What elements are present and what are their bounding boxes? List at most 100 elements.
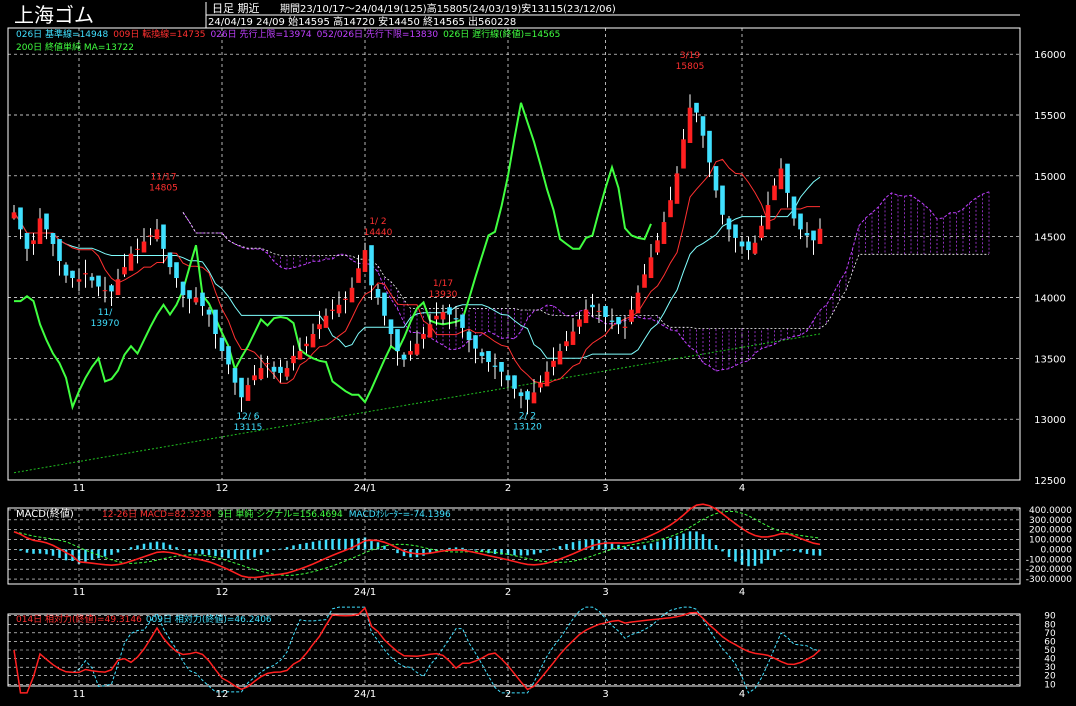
range-info: 期間23/10/17～24/04/19(125)高15805(24/03/19)… xyxy=(280,2,616,15)
legend-item: 052/026日 先行下限=13830 xyxy=(317,28,439,40)
candle-body xyxy=(304,343,309,347)
legend-item: 200日 終値単純 MA=13722 xyxy=(16,41,134,53)
high-annotation-value: 14440 xyxy=(364,228,393,238)
candle-body xyxy=(258,368,264,380)
candle-body xyxy=(726,218,732,230)
candle-body xyxy=(635,292,641,314)
macd-axis-label: -100.0000 xyxy=(1026,555,1072,565)
candle-body xyxy=(239,377,244,398)
candle-body xyxy=(440,312,446,320)
last-bar-info: 24/04/19 24/09 始14595 高14720 安14450 終145… xyxy=(208,15,516,28)
candle-body xyxy=(538,382,543,388)
candle-body xyxy=(674,173,680,204)
candle-body xyxy=(382,292,387,316)
candle-body xyxy=(798,213,803,230)
macd-axis-label: -200.0000 xyxy=(1026,565,1072,575)
x-axis-label: 2 xyxy=(505,587,511,598)
high-annotation-date: 1/17 xyxy=(433,279,453,289)
candle-body xyxy=(551,360,556,367)
legend-item: 009日 転換線=14735 xyxy=(113,28,205,40)
candle-body xyxy=(752,242,758,254)
symbol-title: 上海ゴム xyxy=(14,3,94,27)
candle-body xyxy=(395,329,400,352)
candle-body xyxy=(759,225,764,238)
candle-body xyxy=(817,228,823,244)
candle-body xyxy=(154,229,160,240)
candle-body xyxy=(720,185,725,215)
candle-body xyxy=(362,250,368,272)
candle-body xyxy=(388,319,394,334)
candle-body xyxy=(161,224,166,249)
candle-body xyxy=(232,368,238,383)
candle-body xyxy=(343,298,348,300)
candle-body xyxy=(648,257,654,279)
candle-body xyxy=(746,241,751,251)
candle-body xyxy=(700,116,706,136)
candle-body xyxy=(18,207,23,230)
candle-body xyxy=(733,224,738,238)
candle-body xyxy=(252,375,257,381)
candle-body xyxy=(401,354,407,360)
x-axis-label: 2 xyxy=(505,483,511,494)
candle-body xyxy=(447,307,452,315)
candle-body xyxy=(421,334,426,339)
candle-body xyxy=(694,102,699,113)
price-axis-label: 13500 xyxy=(1034,354,1066,365)
stock-chart: 上海ゴム 日足 期近 期間23/10/17～24/04/19(125)高1580… xyxy=(0,0,1076,706)
candle-body xyxy=(713,166,719,191)
candle-body xyxy=(655,240,660,253)
candle-body xyxy=(323,315,329,328)
macd-legend-item: MACDｵｼﾚｰﾀｰ=-74.1396 xyxy=(349,509,451,520)
period-label: 日足 期近 xyxy=(212,2,260,15)
macd-axis-label: -300.0000 xyxy=(1026,575,1072,585)
candle-body xyxy=(128,253,134,271)
macd-axis-label: 200.0000 xyxy=(1029,526,1072,536)
high-annotation-value: 13930 xyxy=(429,290,458,300)
candle-body xyxy=(375,288,381,298)
price-axis-label: 13000 xyxy=(1034,415,1066,426)
candle-body xyxy=(707,130,712,163)
candle-body xyxy=(772,185,777,201)
rsi-legend-item: 009日 相対力(終値)=46.2406 xyxy=(146,613,272,625)
candle-body xyxy=(141,241,147,253)
candle-body xyxy=(219,337,225,352)
candle-body xyxy=(499,361,504,372)
candle-body xyxy=(336,304,342,314)
candle-body xyxy=(668,200,673,218)
candle-body xyxy=(57,239,62,261)
candle-body xyxy=(414,343,420,355)
x-axis-label: 3 xyxy=(602,689,608,700)
candle-body xyxy=(297,351,303,360)
x-axis-label: 24/1 xyxy=(354,689,376,700)
candle-body xyxy=(811,230,816,241)
high-annotation-date: 1/ 2 xyxy=(369,217,386,227)
candle-body xyxy=(739,241,745,247)
candle-body xyxy=(115,279,121,296)
candle-body xyxy=(83,273,88,275)
candle-body xyxy=(590,304,595,308)
candle-body xyxy=(271,366,277,372)
candle-body xyxy=(96,275,101,287)
candle-body xyxy=(544,371,550,387)
candle-body xyxy=(44,213,49,230)
x-axis-label: 12 xyxy=(216,689,229,700)
macd-axis-label: 100.0000 xyxy=(1029,536,1072,546)
candle-body xyxy=(356,268,361,283)
x-axis-label: 11 xyxy=(73,587,86,598)
candle-body xyxy=(349,287,355,303)
low-annotation-value: 13120 xyxy=(513,423,542,433)
candle-body xyxy=(622,326,628,328)
candle-body xyxy=(89,276,95,281)
candle-body xyxy=(577,319,582,327)
candle-body xyxy=(765,205,771,230)
candle-body xyxy=(603,306,608,317)
price-axis-label: 14500 xyxy=(1034,233,1066,244)
macd-axis-label: 400.0000 xyxy=(1029,506,1072,516)
candle-body xyxy=(31,240,36,244)
candle-body xyxy=(50,233,56,244)
high-annotation-date: 3/19 xyxy=(680,51,700,61)
candle-body xyxy=(427,324,433,338)
x-axis-label: 24/1 xyxy=(354,587,376,598)
candle-body xyxy=(791,196,797,219)
high-annotation-value: 14805 xyxy=(149,184,178,194)
